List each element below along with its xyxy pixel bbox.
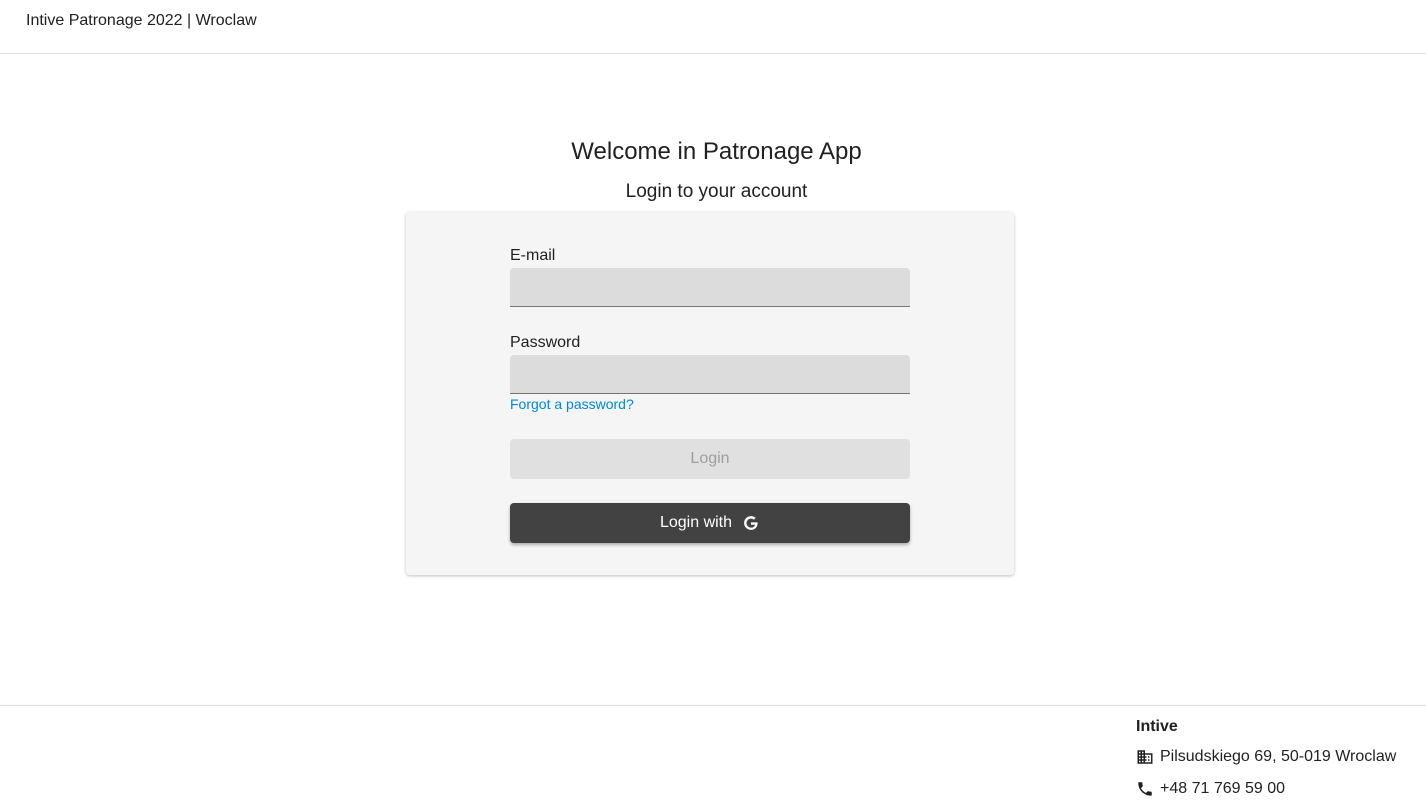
email-field[interactable] (510, 268, 910, 307)
contact-info: Intive Pilsudskiego 69, 50-019 Wroclaw +… (1136, 718, 1396, 800)
phone-row: +48 71 769 59 00 (1136, 778, 1396, 800)
phone-icon (1136, 780, 1154, 798)
address-text: Pilsudskiego 69, 50-019 Wroclaw (1160, 748, 1397, 765)
password-label: Password (510, 334, 581, 351)
google-g-icon (742, 514, 760, 532)
login-with-google-button[interactable]: Login with (510, 503, 910, 543)
forgot-password-link[interactable]: Forgot a password? (510, 396, 634, 412)
phone-text: +48 71 769 59 00 (1160, 780, 1286, 797)
login-button[interactable]: Login (510, 439, 910, 479)
login-card: E-mail Password Forgot a password? Login… (406, 212, 1014, 575)
email-label: E-mail (510, 247, 556, 264)
app-title: Intive Patronage 2022 | Wroclaw (26, 12, 257, 29)
footer: Intive Pilsudskiego 69, 50-019 Wroclaw +… (0, 705, 1426, 805)
login-with-google-label: Login with (659, 514, 733, 531)
top-app-bar: Intive Patronage 2022 | Wroclaw (0, 0, 1426, 54)
building-icon (1136, 748, 1154, 766)
company-name: Intive (1136, 718, 1178, 735)
password-field[interactable] (510, 355, 910, 394)
address-row: Pilsudskiego 69, 50-019 Wroclaw (1136, 746, 1396, 768)
login-subtitle: Login to your account (625, 181, 808, 202)
welcome-heading: Welcome in Patronage App (571, 138, 862, 165)
